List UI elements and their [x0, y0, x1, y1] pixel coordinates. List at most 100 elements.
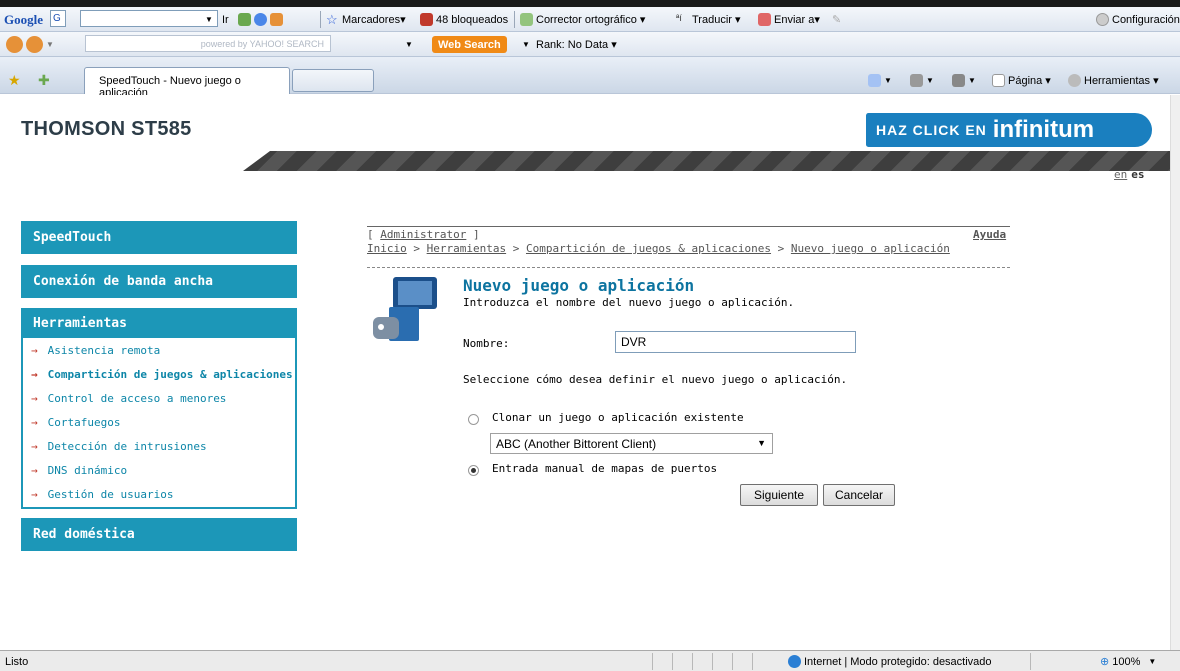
- send-icon: [758, 13, 771, 26]
- yahoo-toolbar: ▼ powered by YAHOO! SEARCH ▼ Web Search …: [0, 32, 1180, 57]
- separator: [320, 11, 321, 28]
- globe-icon: [254, 13, 267, 26]
- web-search-button[interactable]: Web Search: [432, 36, 507, 53]
- security-zone[interactable]: Internet | Modo protegido: desactivado: [788, 652, 992, 671]
- language-switch: en es: [1114, 168, 1145, 181]
- menu-label: Red doméstica: [33, 527, 135, 542]
- infinitum-logo[interactable]: HAZ CLICK EN infinitum: [866, 113, 1152, 147]
- vertical-scrollbar[interactable]: [1170, 95, 1180, 650]
- submenu-item-intrusion-detection[interactable]: → Detección de intrusiones: [31, 440, 207, 453]
- zone-label: Internet | Modo protegido: desactivado: [804, 655, 992, 668]
- toolbar-icons-group[interactable]: [238, 10, 286, 29]
- yahoo-buttons[interactable]: ▼: [6, 35, 54, 54]
- feeds-button[interactable]: ▼: [910, 71, 934, 90]
- pencil-icon[interactable]: ✎: [832, 10, 841, 29]
- go-label: Ir: [222, 13, 229, 26]
- print-button[interactable]: ▼: [952, 71, 976, 90]
- sidebar-item-tools[interactable]: Herramientas: [21, 308, 297, 338]
- submenu-item-firewall[interactable]: → Cortafuegos: [31, 416, 120, 429]
- status-cell: [712, 653, 732, 670]
- spellcheck-button[interactable]: Corrector ortográfico ▾: [520, 10, 645, 29]
- submenu-item-parental-control[interactable]: → Control de acceso a menores: [31, 392, 226, 405]
- translate-icon: ªí: [676, 13, 682, 23]
- bookmarks-label: Marcadores▾: [342, 14, 406, 26]
- chevron-down-icon: ▼: [884, 76, 892, 85]
- google-search-input[interactable]: [80, 10, 218, 27]
- send-to-button[interactable]: Enviar a▾: [758, 10, 820, 29]
- chevron-down-icon[interactable]: ▼: [205, 10, 213, 29]
- menu-label: Herramientas: [33, 315, 127, 331]
- gear-icon: [1068, 74, 1081, 87]
- sidebar-item-speedtouch[interactable]: SpeedTouch: [21, 221, 297, 254]
- status-cell: [652, 653, 672, 670]
- chevron-down-icon[interactable]: ▼: [522, 35, 530, 54]
- submenu-item-user-management[interactable]: → Gestión de usuarios: [31, 488, 173, 501]
- google-go-button[interactable]: Ir: [222, 10, 229, 29]
- help-link[interactable]: Ayuda: [973, 228, 1006, 241]
- user-link[interactable]: Administrator: [380, 228, 466, 241]
- submenu-label: Asistencia remota: [47, 344, 161, 357]
- breadcrumb-game-sharing[interactable]: Compartición de juegos & aplicaciones: [526, 242, 771, 255]
- menu-label: SpeedTouch: [33, 230, 112, 245]
- radio-clone[interactable]: [468, 414, 479, 425]
- sidebar-item-home-network[interactable]: Red doméstica: [21, 518, 297, 551]
- breadcrumb-current[interactable]: Nuevo juego o aplicación: [791, 242, 950, 255]
- favorites-star-icon[interactable]: ★: [8, 71, 21, 90]
- zoom-level: 100%: [1112, 655, 1141, 668]
- translate-button[interactable]: ªí Traducir ▾: [676, 10, 741, 29]
- tools-menu-button[interactable]: Herramientas ▾: [1068, 71, 1159, 90]
- tab-speedtouch[interactable]: SpeedTouch - Nuevo juego o aplicación: [84, 67, 290, 99]
- window-top-strip: [0, 0, 1180, 7]
- yahoo-search-placeholder: powered by YAHOO! SEARCH: [200, 38, 324, 49]
- tools-submenu: → Asistencia remota → Compartición de jueg…: [21, 338, 297, 509]
- settings-icon: [1096, 13, 1109, 26]
- page-menu-label: Página ▾: [1008, 75, 1051, 87]
- chevron-down-icon: ▼: [1148, 657, 1157, 666]
- rank-label: Rank: No Data ▾: [536, 39, 617, 51]
- submenu-item-dynamic-dns[interactable]: → DNS dinámico: [31, 464, 127, 477]
- chevron-down-icon[interactable]: ▼: [405, 35, 413, 54]
- up-arrow-icon: [26, 36, 43, 53]
- new-tab-button[interactable]: [292, 69, 374, 92]
- clone-select[interactable]: ABC (Another Bittorent Client) ▼: [490, 433, 773, 454]
- block-icon: [420, 13, 433, 26]
- sidebar-item-broadband[interactable]: Conexión de banda ancha: [21, 265, 297, 298]
- arrow-icon: →: [31, 344, 38, 357]
- form-subtitle: Introduzca el nombre del nuevo juego o a…: [463, 296, 795, 309]
- add-favorite-icon[interactable]: ✚: [38, 71, 50, 90]
- next-button[interactable]: Siguiente: [740, 484, 818, 506]
- page-menu-button[interactable]: Página ▾: [992, 71, 1051, 90]
- breadcrumb-home[interactable]: Inicio: [367, 242, 407, 255]
- status-bar: Listo Internet | Modo protegido: desacti…: [0, 650, 1180, 671]
- form-title: Nuevo juego o aplicación: [463, 276, 695, 295]
- header-band-cutout: [0, 151, 270, 171]
- google-search-button[interactable]: G: [50, 10, 66, 27]
- status-cell: [1030, 653, 1090, 670]
- bookmarks-button[interactable]: ☆ Marcadores▾: [326, 10, 406, 29]
- rank-button[interactable]: Rank: No Data ▾: [536, 35, 617, 54]
- submenu-item-game-sharing[interactable]: → Compartición de juegos & aplicaciones: [31, 368, 293, 381]
- yahoo-search-input[interactable]: powered by YAHOO! SEARCH: [85, 35, 331, 52]
- home-button[interactable]: ▼: [868, 71, 892, 90]
- popup-blocker-button[interactable]: 48 bloqueados: [420, 10, 508, 29]
- lang-en-link[interactable]: en: [1114, 168, 1127, 181]
- feed-icon: [910, 74, 923, 87]
- messenger-icon: [6, 36, 23, 53]
- submenu-label: DNS dinámico: [47, 464, 128, 477]
- submenu-label: Cortafuegos: [47, 416, 121, 429]
- cancel-button[interactable]: Cancelar: [823, 484, 895, 506]
- page-content: THOMSON ST585 HAZ CLICK EN infinitum en e…: [0, 95, 1170, 650]
- name-input[interactable]: DVR: [615, 331, 856, 353]
- status-text: Listo: [5, 655, 29, 668]
- radio-manual[interactable]: [468, 465, 479, 476]
- settings-button[interactable]: Configuración▾: [1096, 10, 1180, 29]
- zoom-control[interactable]: ⊕ 100% ▼: [1100, 652, 1156, 671]
- lang-es-current: es: [1131, 168, 1145, 181]
- spellcheck-label: Corrector ortográfico ▾: [536, 14, 646, 26]
- breadcrumb-tools[interactable]: Herramientas: [427, 242, 506, 255]
- chevron-down-icon: ▼: [968, 76, 976, 85]
- home-icon: [868, 74, 881, 87]
- submenu-item-remote-assistance[interactable]: → Asistencia remota: [31, 344, 160, 357]
- arrow-icon: →: [31, 464, 38, 477]
- radio-manual-label: Entrada manual de mapas de puertos: [492, 462, 718, 475]
